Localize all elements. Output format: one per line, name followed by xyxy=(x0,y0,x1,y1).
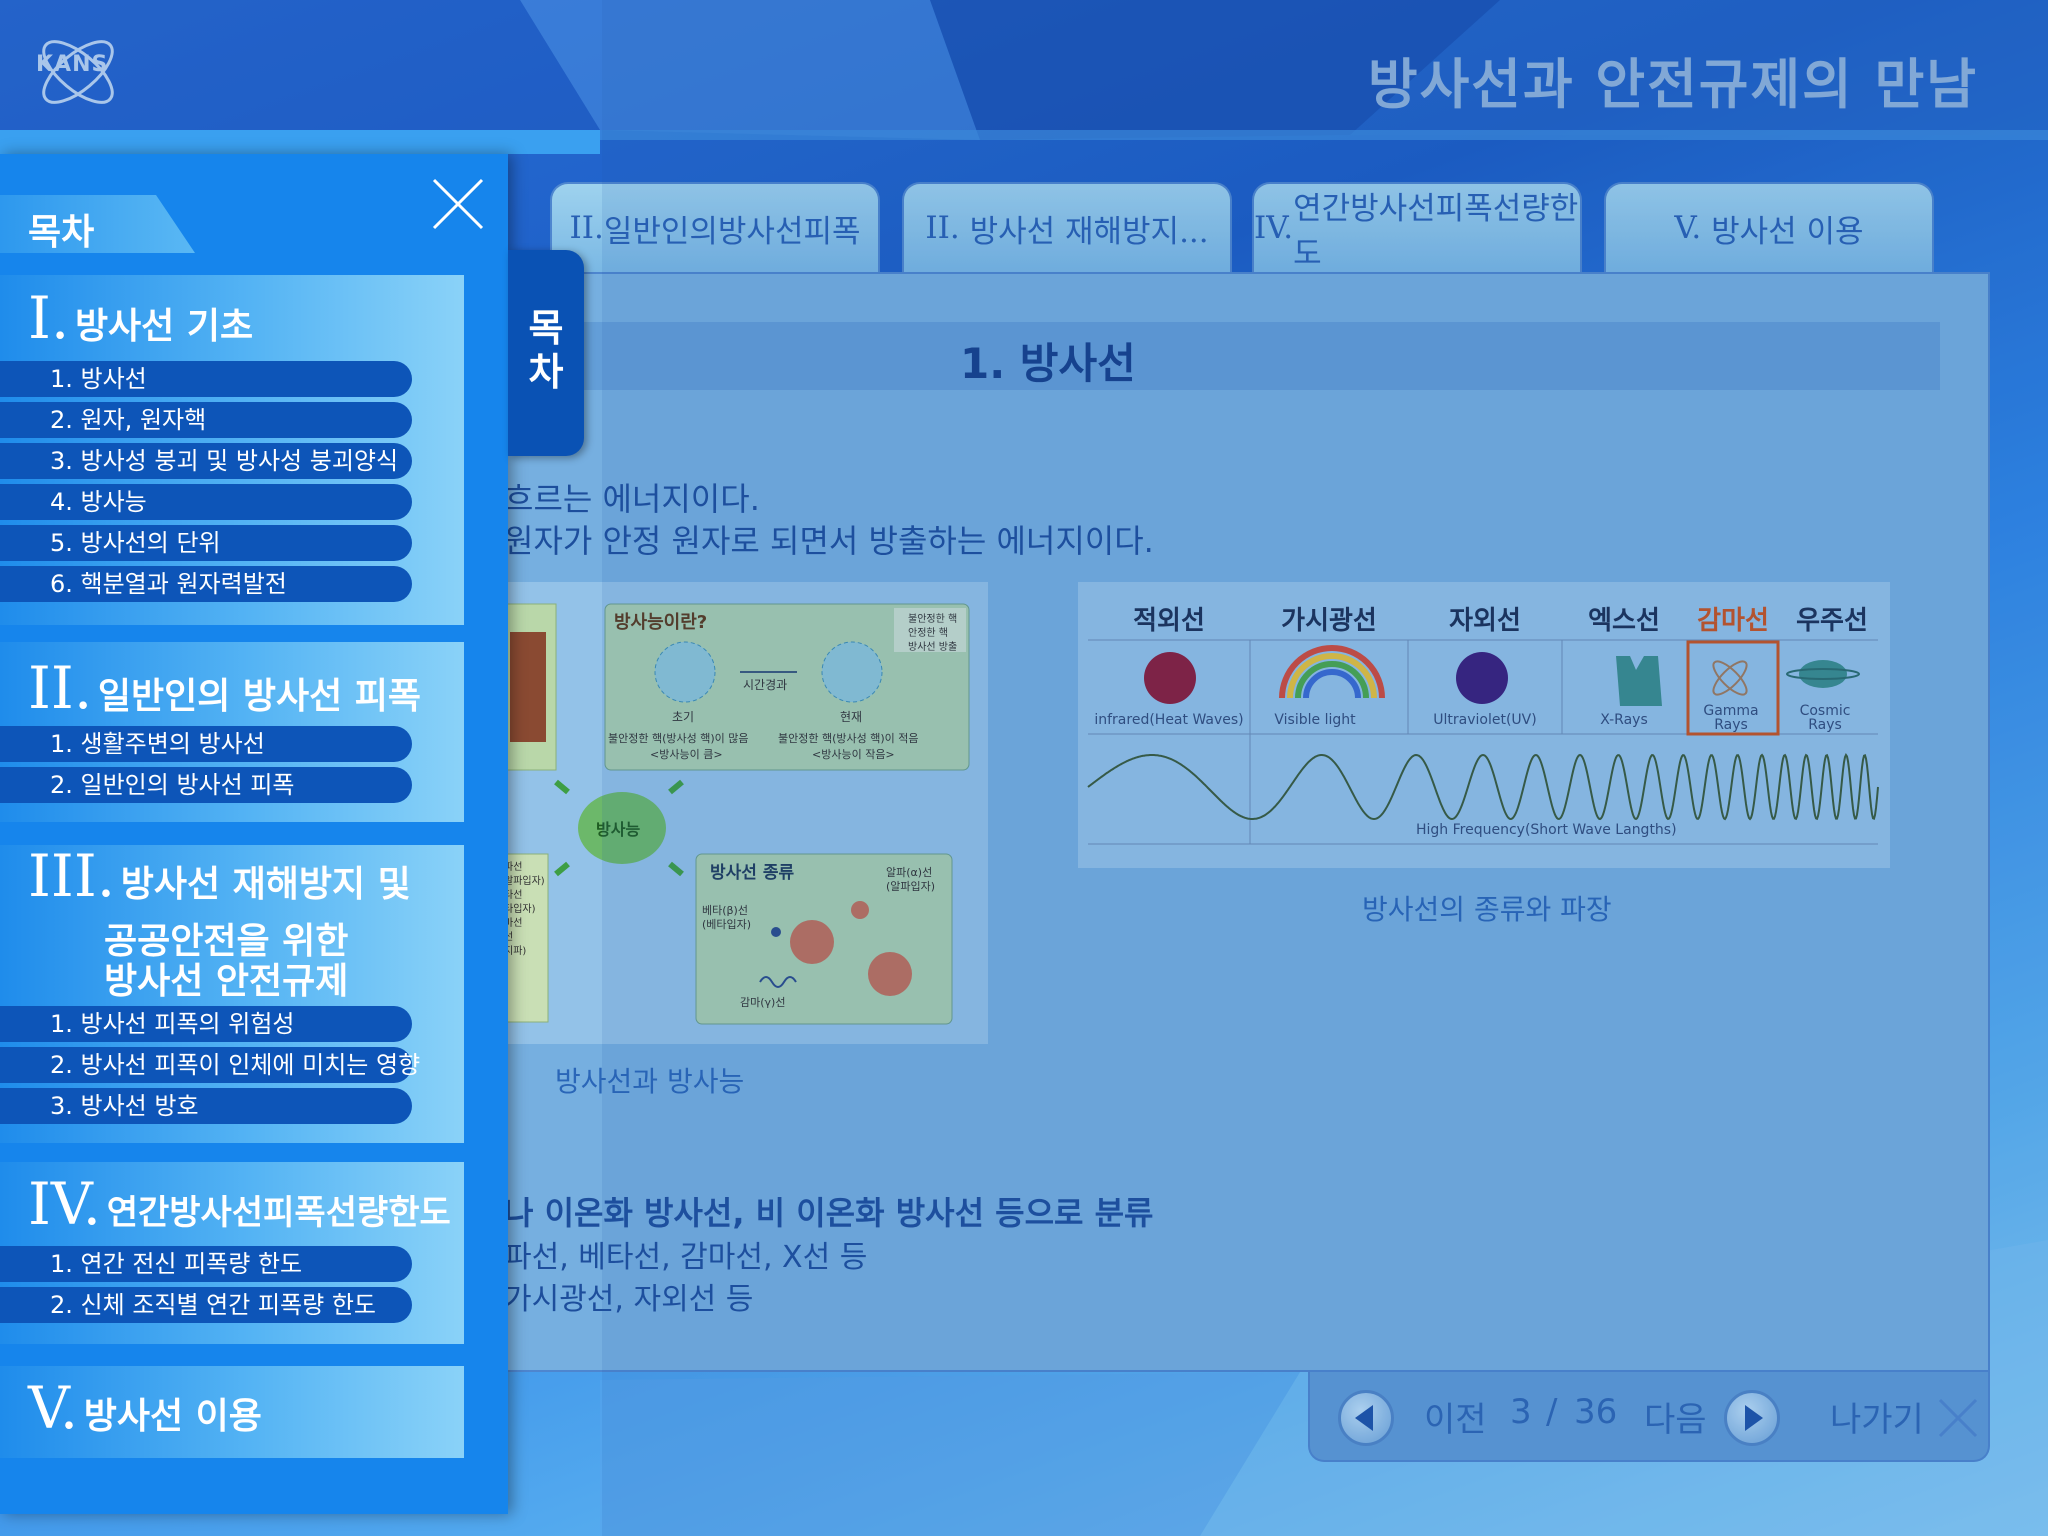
toc-section-5-name: 방사선 이용 xyxy=(83,1396,262,1437)
toc-tab-label[interactable]: 목 차 xyxy=(526,306,566,394)
toc-heading: 목차 xyxy=(28,212,95,253)
toc-section-2-numeral: II. xyxy=(28,654,93,722)
toc-item-2-1[interactable]: 1. 생활주변의 방사선 xyxy=(0,726,412,762)
toc-item-1-5[interactable]: 5. 방사선의 단위 xyxy=(0,525,412,561)
toc-tab-char-2: 차 xyxy=(528,350,564,394)
toc-section-1-name: 방사선 기초 xyxy=(74,306,254,347)
toc-section-3-title[interactable]: III. 방사선 재해방지 및 xyxy=(28,847,411,911)
radio-side-2: 알파입자) xyxy=(504,876,545,887)
tab-numeral: II. xyxy=(569,210,604,246)
toc-section-2-name: 일반인의 방사선 피폭 xyxy=(97,676,421,717)
toc-item-4-2[interactable]: 2. 신체 조직별 연간 피폭량 한도 xyxy=(0,1287,412,1323)
toc-section-3-numeral: III. xyxy=(28,842,116,910)
toc-section-2-title[interactable]: II. 일반인의 방사선 피폭 xyxy=(28,654,421,722)
toc-item-1-1[interactable]: 1. 방사선 xyxy=(0,361,412,397)
toc-item-4-1[interactable]: 1. 연간 전신 피폭량 한도 xyxy=(0,1246,412,1282)
toc-section-4-title[interactable]: IV. 연간방사선피폭선량한도 xyxy=(28,1170,451,1238)
toc-item-1-6[interactable]: 6. 핵분열과 원자력발전 xyxy=(0,566,412,602)
toc-section-3-name: 방사선 재해방지 및 xyxy=(120,864,411,905)
toc-section-1-numeral: I. xyxy=(28,284,70,352)
toc-item-3-2[interactable]: 2. 방사선 피폭이 인체에 미치는 영향 xyxy=(0,1047,420,1083)
toc-item-3-3[interactable]: 3. 방사선 방호 xyxy=(0,1088,412,1124)
toc-item-1-3[interactable]: 3. 방사성 붕괴 및 방사성 붕괴양식 xyxy=(0,443,412,479)
toc-item-1-4[interactable]: 4. 방사능 xyxy=(0,484,412,520)
toc-item-3-1[interactable]: 1. 방사선 피폭의 위험성 xyxy=(0,1006,412,1042)
close-icon[interactable] xyxy=(430,176,486,232)
toc-item-1-2[interactable]: 2. 원자, 원자핵 xyxy=(0,402,412,438)
toc-item-2-2[interactable]: 2. 일반인의 방사선 피폭 xyxy=(0,767,412,803)
toc-section-3-name-line3: 방사선 안전규제 xyxy=(104,961,349,1002)
toc-tab-char-1: 목 xyxy=(528,306,564,350)
toc-section-1-title[interactable]: I. 방사선 기초 xyxy=(28,284,253,352)
toc-section-5-numeral: V. xyxy=(28,1374,79,1442)
logo-text: KANS xyxy=(36,52,109,77)
content-dim-overlay xyxy=(602,0,2048,1536)
radio-side-4: 타입자) xyxy=(504,904,536,915)
toc-section-4-name: 연간방사선피폭선량한도 xyxy=(106,1193,451,1233)
toc-section-5-title[interactable]: V. 방사선 이용 xyxy=(28,1374,262,1442)
toc-section-4-numeral: IV. xyxy=(28,1170,102,1238)
